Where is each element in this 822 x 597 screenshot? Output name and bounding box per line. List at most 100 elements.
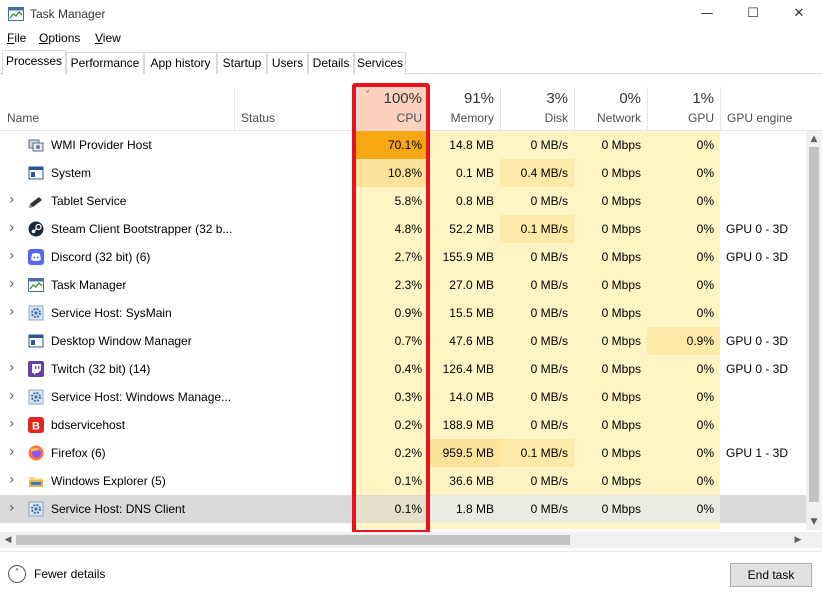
process-name: Task Manager	[51, 278, 127, 292]
cell-gpu: 0%	[647, 383, 720, 411]
cell-gpu-engine: GPU 0 - 3D	[726, 334, 789, 348]
expand-chevron-icon[interactable]: ›	[9, 444, 15, 460]
cell-network: 0 Mbps	[574, 299, 647, 327]
horizontal-scrollbar[interactable]: ◀ ▶	[0, 532, 806, 548]
memory-total-percent: 91%	[463, 90, 494, 107]
expand-chevron-icon[interactable]: ›	[9, 472, 15, 488]
menu-view[interactable]: View	[95, 31, 121, 45]
cell-memory: 15.5 MB	[428, 299, 500, 327]
table-row[interactable]: › Windows Explorer (5) 0.1% 36.6 MB 0 MB/s 0 …	[0, 467, 806, 495]
table-row[interactable]: WMI Provider Host 70.1% 14.8 MB 0 MB/s 0 Mbp…	[0, 131, 806, 159]
cell-status	[234, 495, 356, 523]
table-row[interactable]: › Task Manager 2.3% 27.0 MB 0 MB/s 0 Mbps 0%	[0, 271, 806, 299]
cell-cpu: 4.8%	[356, 215, 428, 243]
tab-users[interactable]: Users	[267, 52, 308, 74]
expand-chevron-icon[interactable]: ›	[9, 388, 15, 404]
cell-gpu: 0%	[647, 495, 720, 523]
expand-chevron-icon[interactable]: ›	[9, 500, 15, 516]
table-row[interactable]: › Firefox (6) 0.2% 959.5 MB 0.1 MB/s 0 Mbps 0%…	[0, 439, 806, 467]
tab-performance[interactable]: Performance	[66, 52, 144, 74]
menu-file[interactable]: File	[7, 31, 26, 45]
scroll-down-icon[interactable]: ▼	[806, 514, 822, 530]
table-row[interactable]: › Tablet Service 5.8% 0.8 MB 0 MB/s 0 Mbps 0%	[0, 187, 806, 215]
cell-disk: 0 MB/s	[500, 131, 574, 159]
close-button[interactable]: ✕	[776, 0, 822, 28]
process-list: WMI Provider Host 70.1% 14.8 MB 0 MB/s 0 Mbp…	[0, 131, 806, 530]
tab-app-history[interactable]: App history	[144, 52, 217, 74]
column-header-gpu[interactable]: 1% GPU	[647, 87, 720, 131]
cell-memory: 0.8 MB	[428, 187, 500, 215]
table-row[interactable]: › Twitch (32 bit) (14) 0.4% 126.4 MB 0 MB/s 0…	[0, 355, 806, 383]
table-row[interactable]: › Discord (32 bit) (6) 2.7% 155.9 MB 0 MB/s 0…	[0, 243, 806, 271]
column-header-memory[interactable]: 91% Memory	[428, 87, 500, 131]
network-label: Network	[596, 111, 641, 125]
system-icon	[28, 165, 44, 181]
column-header-disk[interactable]: 3% Disk	[500, 87, 574, 131]
column-status-label: Status	[241, 111, 276, 125]
table-row[interactable]: › Bbdservicehost 0.2% 188.9 MB 0 MB/s 0 Mbps 0…	[0, 411, 806, 439]
tab-startup[interactable]: Startup	[217, 52, 267, 74]
network-total-percent: 0%	[619, 90, 641, 107]
cell-network: 0 Mbps	[574, 467, 647, 495]
menu-options[interactable]: Options	[39, 31, 80, 45]
expand-chevron-icon[interactable]: ›	[9, 248, 15, 264]
column-header-cpu[interactable]: ˅ 100% CPU	[356, 87, 428, 131]
cell-gpu: 0%	[647, 131, 720, 159]
end-task-button[interactable]: End task	[730, 563, 812, 587]
process-name: Windows Explorer (5)	[51, 474, 166, 488]
disk-label: Disk	[544, 111, 568, 125]
tab-details[interactable]: Details	[308, 52, 354, 74]
horizontal-scroll-thumb[interactable]	[16, 535, 570, 545]
cell-disk: 0.4 MB/s	[500, 159, 574, 187]
cell-memory: 14.8 MB	[428, 131, 500, 159]
column-header-gpu-engine[interactable]: GPU engine	[720, 87, 822, 131]
expand-chevron-icon[interactable]: ›	[9, 304, 15, 320]
scroll-up-icon[interactable]: ▲	[806, 131, 822, 147]
expand-chevron-icon[interactable]: ›	[9, 416, 15, 432]
cell-cpu: 0.4%	[356, 355, 428, 383]
table-row[interactable]: › Service Host: DNS Client 0.1% 1.8 MB 0 MB/…	[0, 495, 806, 523]
table-row[interactable]: › Service Host: SysMain 0.9% 15.5 MB 0 MB/s 0…	[0, 299, 806, 327]
tab-processes[interactable]: Processes	[2, 50, 66, 75]
cell-memory: 47.6 MB	[428, 327, 500, 355]
chevron-up-icon[interactable]: ˄	[8, 565, 26, 583]
minimize-button[interactable]: —	[684, 0, 730, 28]
column-header-name[interactable]: Name	[0, 87, 234, 131]
vertical-scroll-thumb[interactable]	[809, 147, 819, 502]
table-row[interactable]: System 10.8% 0.1 MB 0.4 MB/s 0 Mbps 0%	[0, 159, 806, 187]
cell-network: 0 Mbps	[574, 215, 647, 243]
tab-services[interactable]: Services	[354, 52, 406, 74]
cell-disk: 0 MB/s	[500, 271, 574, 299]
process-name: Twitch (32 bit) (14)	[51, 362, 151, 376]
fewer-details-link[interactable]: Fewer details	[34, 567, 105, 581]
table-row[interactable]: › Service Host: Windows Manage... 0.3% 14.0…	[0, 383, 806, 411]
table-row[interactable]: › Steam Client Bootstrapper (32 b... 4.8% 5…	[0, 215, 806, 243]
column-header-network[interactable]: 0% Network	[574, 87, 647, 131]
cell-network: 0 Mbps	[574, 355, 647, 383]
maximize-button[interactable]: ☐	[730, 0, 776, 28]
footer: ˄ Fewer details End task	[0, 551, 822, 597]
cell-gpu-engine: GPU 0 - 3D	[726, 250, 789, 264]
expand-chevron-icon[interactable]: ›	[9, 220, 15, 236]
tab-strip: Processes Performance App history Startu…	[0, 50, 822, 75]
column-header-status[interactable]: Status	[234, 87, 356, 131]
expand-chevron-icon[interactable]: ›	[9, 192, 15, 208]
expand-chevron-icon[interactable]: ›	[9, 360, 15, 376]
scroll-left-icon[interactable]: ◀	[0, 532, 16, 548]
cell-disk: 0 MB/s	[500, 467, 574, 495]
cell-gpu-engine: GPU 1 - 3D	[726, 446, 789, 460]
table-row[interactable]: Desktop Window Manager 0.7% 47.6 MB 0 MB/s 0…	[0, 327, 806, 355]
cell-cpu: 5.8%	[356, 187, 428, 215]
scroll-right-icon[interactable]: ▶	[790, 532, 806, 548]
process-name: bdservicehost	[51, 418, 126, 432]
vertical-scrollbar[interactable]: ▲ ▼	[806, 131, 822, 530]
cell-disk: 0 MB/s	[500, 243, 574, 271]
column-header-row: Name Status ˅ 100% CPU 91% Memory 3% Dis…	[0, 87, 822, 131]
cell-cpu: 0.1%	[356, 467, 428, 495]
cell-status	[234, 467, 356, 495]
expand-chevron-icon[interactable]: ›	[9, 276, 15, 292]
steam-icon	[28, 221, 44, 237]
table-row[interactable]	[0, 523, 806, 529]
cell-memory: 27.0 MB	[428, 271, 500, 299]
cell-gpu: 0%	[647, 299, 720, 327]
